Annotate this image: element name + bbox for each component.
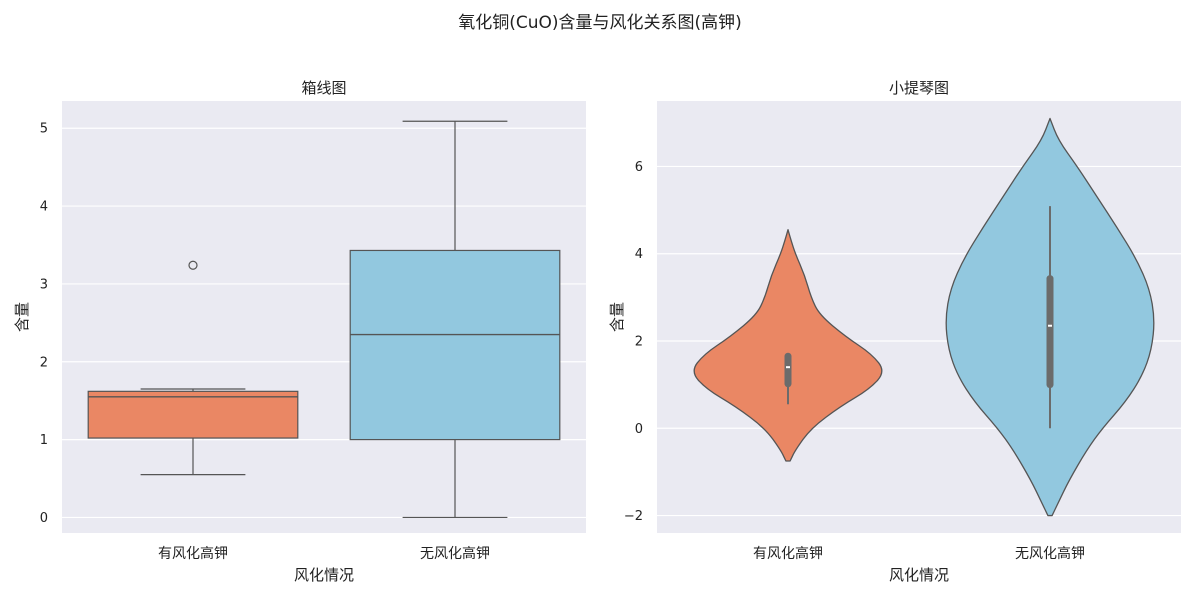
- y-tick-label: 4: [40, 200, 48, 215]
- subplot-2: [657, 101, 1181, 533]
- figure: 氧化铜(CuO)含量与风化关系图(高钾) 0 1 2 3 4 5 有风化高钾 无风化高钾 箱线图…: [0, 0, 1200, 600]
- y-axis-label: 含量: [608, 302, 626, 332]
- x-tick-label: 有风化高钾: [158, 545, 228, 562]
- y-tick-label: 0: [40, 511, 48, 526]
- box-iqr: [349, 249, 561, 441]
- box-iqr: [87, 390, 299, 439]
- y-tick-label: −2: [624, 509, 643, 524]
- x-axis-label: 风化情况: [889, 566, 949, 584]
- figure-title: 氧化铜(CuO)含量与风化关系图(高钾): [458, 13, 742, 33]
- y-tick-label: 6: [635, 160, 643, 175]
- y-tick-label: 2: [40, 355, 48, 370]
- x-tick-label: 无风化高钾: [420, 545, 490, 562]
- y-tick-label: 0: [635, 422, 643, 437]
- x-tick-label: 有风化高钾: [753, 545, 823, 562]
- y-tick-label: 1: [40, 433, 48, 448]
- y-tick-label: 4: [635, 247, 643, 262]
- y-tick-label: 5: [40, 122, 48, 137]
- subplot-1: [62, 101, 586, 533]
- subplot-title: 小提琴图: [889, 79, 949, 97]
- subplot-title: 箱线图: [301, 79, 346, 97]
- y-tick-label: 2: [635, 335, 643, 350]
- chart-canvas: 氧化铜(CuO)含量与风化关系图(高钾) 0 1 2 3 4 5 有风化高钾 无风化高钾 箱线图…: [13, 13, 1181, 584]
- y-tick-label: 3: [40, 277, 48, 292]
- x-tick-label: 无风化高钾: [1015, 545, 1085, 562]
- x-axis-label: 风化情况: [294, 566, 354, 584]
- y-axis-label: 含量: [13, 302, 31, 332]
